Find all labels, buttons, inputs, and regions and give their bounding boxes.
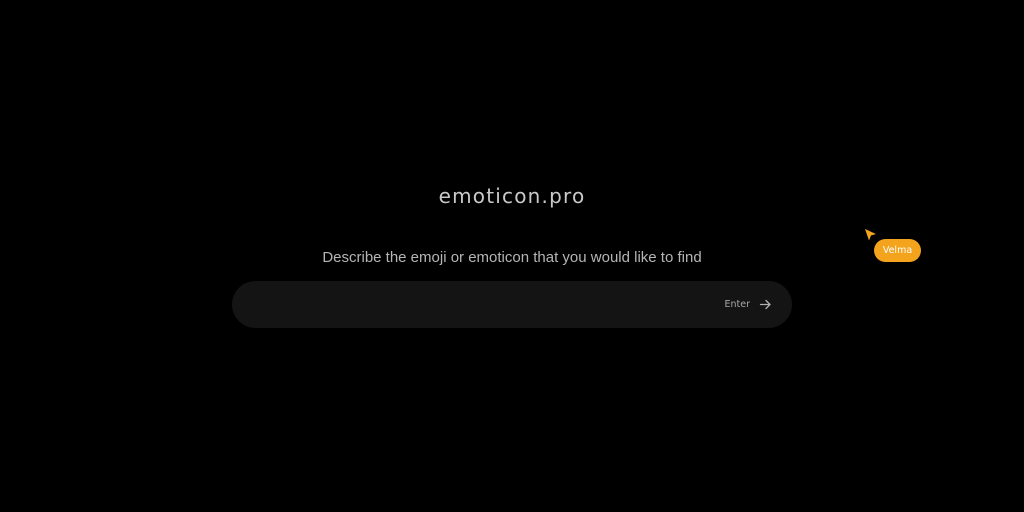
search-input[interactable]: [256, 281, 716, 328]
pointer-cursor-icon: [864, 228, 878, 242]
page: emoticon.pro Describe the emoji or emoti…: [0, 0, 1024, 512]
site-logo[interactable]: emoticon.pro: [0, 184, 1024, 208]
collaborator-name-badge: Velma: [874, 239, 921, 262]
search-prompt: Describe the emoji or emoticon that you …: [322, 249, 702, 266]
arrow-right-icon: [759, 298, 772, 311]
enter-button[interactable]: Enter: [725, 293, 773, 316]
enter-button-label: Enter: [724, 299, 751, 310]
search-bar[interactable]: Enter: [232, 281, 792, 328]
